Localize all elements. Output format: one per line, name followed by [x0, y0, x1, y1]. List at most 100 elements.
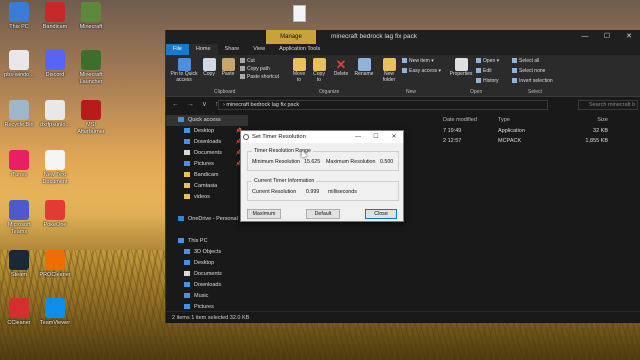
- text-document-icon: [45, 150, 65, 170]
- dialog-maximize-button[interactable]: ☐: [367, 131, 385, 143]
- nav-item[interactable]: Camtasia: [166, 181, 248, 192]
- column-type[interactable]: Type: [498, 115, 578, 126]
- column-size[interactable]: Size: [578, 115, 608, 126]
- folder-icon: [184, 303, 190, 309]
- select-all-button[interactable]: Select all: [512, 58, 539, 64]
- nav-item[interactable]: Downloads: [166, 280, 248, 291]
- folder-icon: [184, 127, 190, 133]
- min-resolution-value: 15.625: [304, 159, 321, 165]
- desktop-icon[interactable]: iTunes: [0, 150, 38, 179]
- rename-button[interactable]: Rename: [354, 58, 374, 78]
- nav-item[interactable]: OneDrive - Personal: [166, 214, 248, 225]
- desktop-icon[interactable]: New Text Document: [36, 150, 74, 185]
- tab-application-tools[interactable]: Application Tools: [272, 44, 327, 55]
- folder-icon: [184, 292, 190, 298]
- folder-icon: [184, 138, 190, 144]
- nav-item[interactable]: Documents 📌: [166, 148, 248, 159]
- nav-item-label: Downloads: [194, 282, 222, 288]
- desktop-icon[interactable]: MSI Afterburner: [72, 100, 110, 135]
- open-icon: [476, 58, 481, 63]
- nav-item-label: Bandicam: [194, 172, 219, 178]
- dialog-minimize-button[interactable]: —: [349, 131, 367, 143]
- scissors-icon: [240, 58, 245, 63]
- nav-item-label: Camtasia: [194, 183, 218, 189]
- history-button[interactable]: History: [476, 78, 499, 84]
- edit-button[interactable]: Edit: [476, 68, 492, 74]
- default-button[interactable]: Default: [306, 209, 340, 219]
- paste-shortcut-button[interactable]: Paste shortcut: [240, 74, 279, 80]
- desktop-icon[interactable]: Bandicam: [36, 2, 74, 31]
- copy-to-button[interactable]: Copy to: [311, 58, 327, 83]
- nav-item[interactable]: Desktop: [166, 258, 248, 269]
- desktop-icon[interactable]: PROCleaner: [36, 250, 74, 279]
- desktop-icon[interactable]: dxrfpsunlo...: [36, 100, 74, 129]
- paste-shortcut-icon: [240, 74, 245, 79]
- close-button[interactable]: ✕: [618, 30, 640, 44]
- paste-button[interactable]: Paste: [220, 58, 236, 78]
- easy-access-button[interactable]: Easy access ▾: [402, 68, 441, 74]
- open-button[interactable]: Open ▾: [476, 58, 499, 64]
- desktop-icon[interactable]: Steam: [0, 250, 38, 279]
- delete-button[interactable]: ✕ Delete: [332, 58, 350, 78]
- pokeball-icon: [45, 200, 65, 220]
- move-to-icon: [292, 58, 306, 71]
- desktop-icon[interactable]: Microsoft Teams: [0, 200, 38, 235]
- cut-button[interactable]: Cut: [240, 58, 255, 64]
- nav-item[interactable]: videos: [166, 192, 248, 203]
- nav-item[interactable]: Music: [166, 291, 248, 302]
- minimize-button[interactable]: —: [574, 30, 596, 44]
- desktop-icon-label: dxrfpsunlo...: [40, 122, 70, 128]
- column-date-modified[interactable]: Date modified: [443, 115, 498, 126]
- nav-item[interactable]: 3D Objects: [166, 247, 248, 258]
- column-name[interactable]: [248, 115, 398, 126]
- desktop-icon-label: Steam: [11, 272, 27, 278]
- dialog-close-button[interactable]: ✕: [385, 131, 403, 143]
- address-bar[interactable]: › minecraft bedrock lag fix pack: [218, 100, 548, 110]
- pin-quick-access-button[interactable]: Pin to Quick access: [169, 58, 199, 83]
- desktop-icon[interactable]: TeamViewer: [36, 298, 74, 327]
- properties-button[interactable]: Properties: [448, 58, 474, 78]
- nav-item[interactable]: Pictures 📌: [166, 159, 248, 170]
- new-item-button[interactable]: New item ▾: [402, 58, 434, 64]
- invert-selection-button[interactable]: Invert selection: [512, 78, 553, 84]
- manage-tab[interactable]: Manage: [266, 30, 316, 44]
- ccleaner-icon: [9, 298, 29, 318]
- nav-item[interactable]: Desktop 📌: [166, 126, 248, 137]
- nav-item-label: This PC: [188, 238, 208, 244]
- new-folder-button[interactable]: New folder: [379, 58, 399, 83]
- maximize-button[interactable]: ☐: [596, 30, 618, 44]
- desktop-icon[interactable]: This PC: [0, 2, 38, 31]
- desktop-icon[interactable]: Minecraft Launcher: [72, 50, 110, 85]
- nav-item-label: Quick access: [188, 117, 221, 123]
- move-to-button[interactable]: Move to: [291, 58, 307, 83]
- nav-item[interactable]: Documents: [166, 269, 248, 280]
- nav-item[interactable]: Downloads 📌: [166, 137, 248, 148]
- navigation-buttons[interactable]: ← → ∨ ↑: [172, 100, 221, 108]
- select-none-button[interactable]: Select none: [512, 68, 545, 74]
- tab-home[interactable]: Home: [188, 44, 218, 55]
- tab-share[interactable]: Share: [218, 44, 247, 55]
- file-size: 1,855 KB: [585, 138, 608, 144]
- select-none-icon: [512, 68, 517, 73]
- desktop-icon[interactable]: Recycle Bin: [0, 100, 38, 129]
- tab-file[interactable]: File: [166, 44, 189, 55]
- desktop-icon[interactable]: Minecraft: [72, 2, 110, 31]
- search-input[interactable]: Search minecraft b: [578, 100, 638, 110]
- timer-resolution-dialog: Set Timer Resolution — ☐ ✕ Timer Resolut…: [240, 130, 404, 222]
- nav-item[interactable]: Quick access: [166, 115, 248, 126]
- copy-path-button[interactable]: Copy path: [240, 66, 270, 72]
- maximum-button[interactable]: Maximum: [247, 209, 281, 219]
- nav-item-label: OneDrive - Personal: [188, 216, 238, 222]
- tab-view[interactable]: View: [246, 44, 272, 55]
- folder-icon: [178, 215, 184, 221]
- nav-item[interactable]: This PC: [166, 236, 248, 247]
- close-dialog-button[interactable]: Close: [365, 209, 397, 219]
- nav-item[interactable]: Bandicam: [166, 170, 248, 181]
- pin-icon: [177, 58, 191, 71]
- desktop-icon[interactable]: Discord: [36, 50, 74, 79]
- select-all-icon: [512, 58, 517, 63]
- desktop-icon[interactable]: PokeOne: [36, 200, 74, 229]
- copy-button[interactable]: Copy: [201, 58, 217, 78]
- desktop-icon[interactable]: CCleaner: [0, 298, 38, 327]
- desktop-icon[interactable]: pbs-windo...: [0, 50, 38, 79]
